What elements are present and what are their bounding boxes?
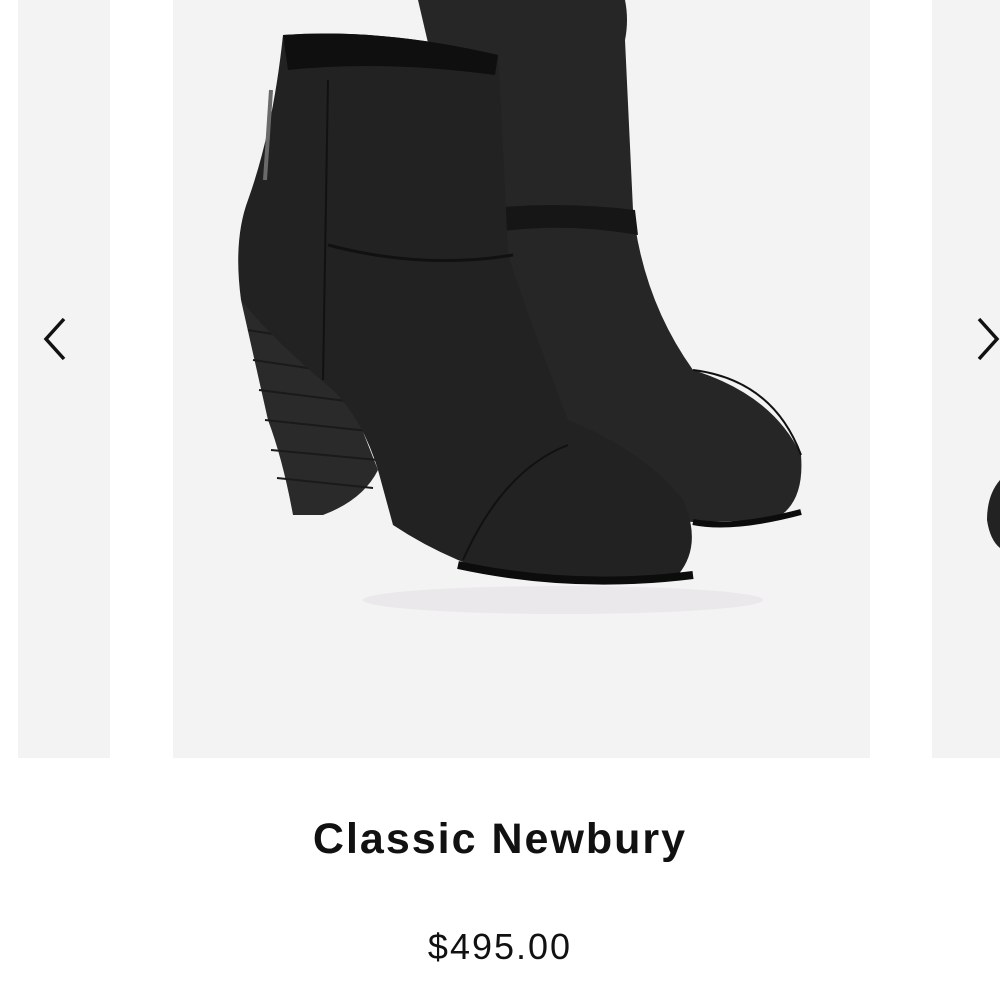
boots-illustration [238, 0, 802, 614]
carousel-next-button[interactable] [972, 315, 1000, 363]
product-carousel: Classic Newbury $495.00 [0, 0, 1000, 1000]
chevron-left-icon [43, 317, 66, 361]
product-image[interactable] [173, 0, 870, 758]
previous-product-card[interactable] [18, 0, 110, 758]
chevron-right-icon [977, 317, 1000, 361]
product-title[interactable]: Classic Newbury [0, 815, 1000, 864]
carousel-prev-button[interactable] [40, 315, 70, 363]
next-product-card[interactable] [932, 0, 1000, 758]
product-price: $495.00 [427, 926, 573, 967]
